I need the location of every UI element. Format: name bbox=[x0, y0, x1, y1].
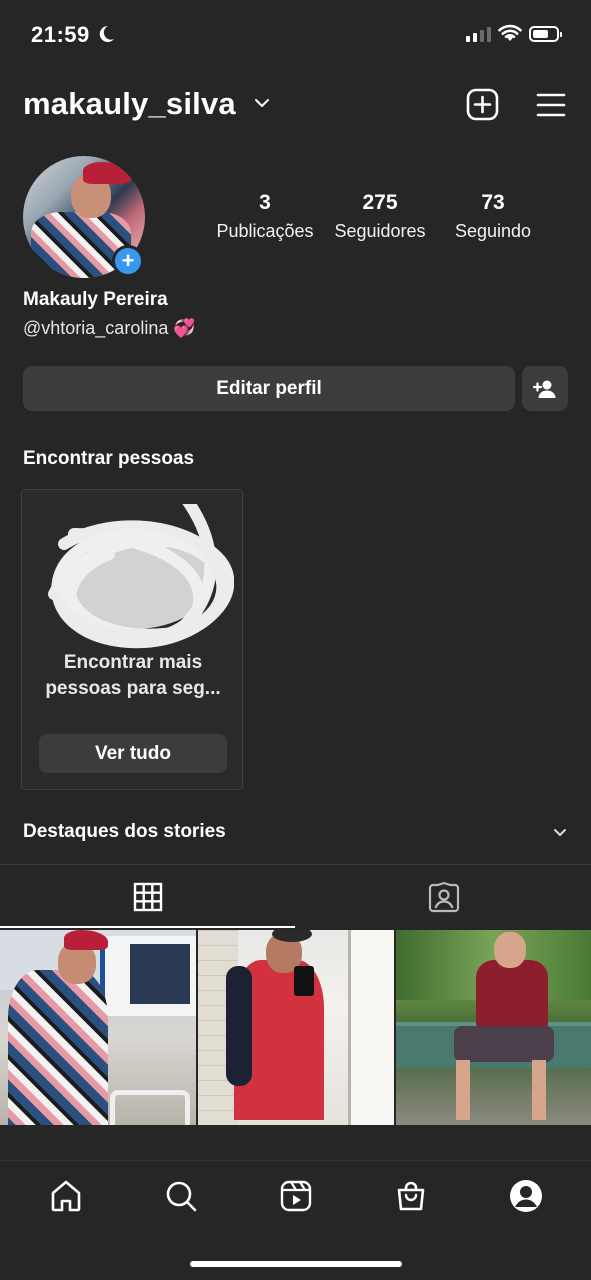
suggestion-text: Encontrar mais pessoas para seg... bbox=[30, 650, 236, 702]
add-story-plus-icon[interactable]: + bbox=[112, 245, 144, 277]
following-label: Seguindo bbox=[454, 221, 532, 241]
profile-full-name: Makauly Pereira bbox=[23, 289, 168, 310]
tab-posts-grid[interactable] bbox=[0, 866, 295, 928]
post-thumbnail-2[interactable] bbox=[198, 930, 394, 1125]
menu-icon[interactable] bbox=[536, 92, 566, 118]
profile-icon bbox=[509, 1180, 542, 1212]
divider bbox=[0, 864, 591, 865]
nav-search[interactable] bbox=[151, 1166, 211, 1226]
search-icon bbox=[166, 1181, 196, 1212]
redaction-scribble bbox=[48, 504, 234, 649]
wifi-icon bbox=[498, 24, 522, 41]
home-icon bbox=[51, 1180, 80, 1212]
chevron-down-icon[interactable] bbox=[552, 826, 568, 838]
grid-icon bbox=[133, 882, 162, 912]
post-thumbnail-1[interactable] bbox=[0, 930, 196, 1125]
discover-people-button[interactable] bbox=[522, 366, 568, 411]
suggestion-text-line2: pessoas para seg... bbox=[45, 678, 221, 699]
bottom-navigation bbox=[0, 1161, 591, 1231]
following-count: 73 bbox=[481, 191, 505, 214]
shop-icon bbox=[397, 1181, 424, 1211]
status-time: 21:59 bbox=[31, 22, 90, 47]
followers-count-stat[interactable]: 275 Seguidores bbox=[322, 190, 438, 244]
suggestion-card[interactable]: Encontrar mais pessoas para seg... Ver t… bbox=[21, 489, 243, 790]
nav-home[interactable] bbox=[36, 1166, 96, 1226]
add-person-icon bbox=[533, 380, 556, 398]
story-highlights-heading[interactable]: Destaques dos stories bbox=[23, 821, 226, 843]
chevron-down-icon[interactable] bbox=[253, 96, 271, 110]
find-people-heading: Encontrar pessoas bbox=[23, 448, 195, 469]
nav-shop[interactable] bbox=[381, 1166, 441, 1226]
nav-profile[interactable] bbox=[496, 1166, 556, 1226]
home-indicator[interactable] bbox=[190, 1261, 402, 1267]
nav-reels[interactable] bbox=[266, 1166, 326, 1226]
followers-label: Seguidores bbox=[334, 221, 426, 241]
posts-count-stat[interactable]: 3 Publicações bbox=[205, 190, 325, 244]
following-count-stat[interactable]: 73 Seguindo bbox=[438, 190, 548, 244]
battery-icon bbox=[529, 26, 562, 42]
followers-count: 275 bbox=[362, 191, 398, 214]
cellular-signal-icon bbox=[466, 27, 491, 42]
new-post-icon[interactable] bbox=[466, 88, 499, 121]
see-all-button[interactable]: Ver tudo bbox=[39, 734, 227, 773]
suggestion-text-line1: Encontrar mais bbox=[63, 652, 203, 673]
tagged-person-icon bbox=[428, 881, 459, 913]
post-thumbnail-3[interactable] bbox=[396, 930, 591, 1125]
moon-icon bbox=[99, 25, 114, 42]
username-title[interactable]: makauly_silva bbox=[23, 86, 236, 122]
edit-profile-button[interactable]: Editar perfil bbox=[23, 366, 515, 411]
active-tab-indicator bbox=[0, 926, 295, 928]
reels-icon bbox=[280, 1180, 311, 1212]
posts-count: 3 bbox=[259, 191, 271, 214]
bio-mention-link[interactable]: @vhtoria_carolina 💞 bbox=[23, 318, 196, 339]
posts-label: Publicações bbox=[216, 221, 314, 241]
tab-tagged[interactable] bbox=[296, 866, 591, 928]
